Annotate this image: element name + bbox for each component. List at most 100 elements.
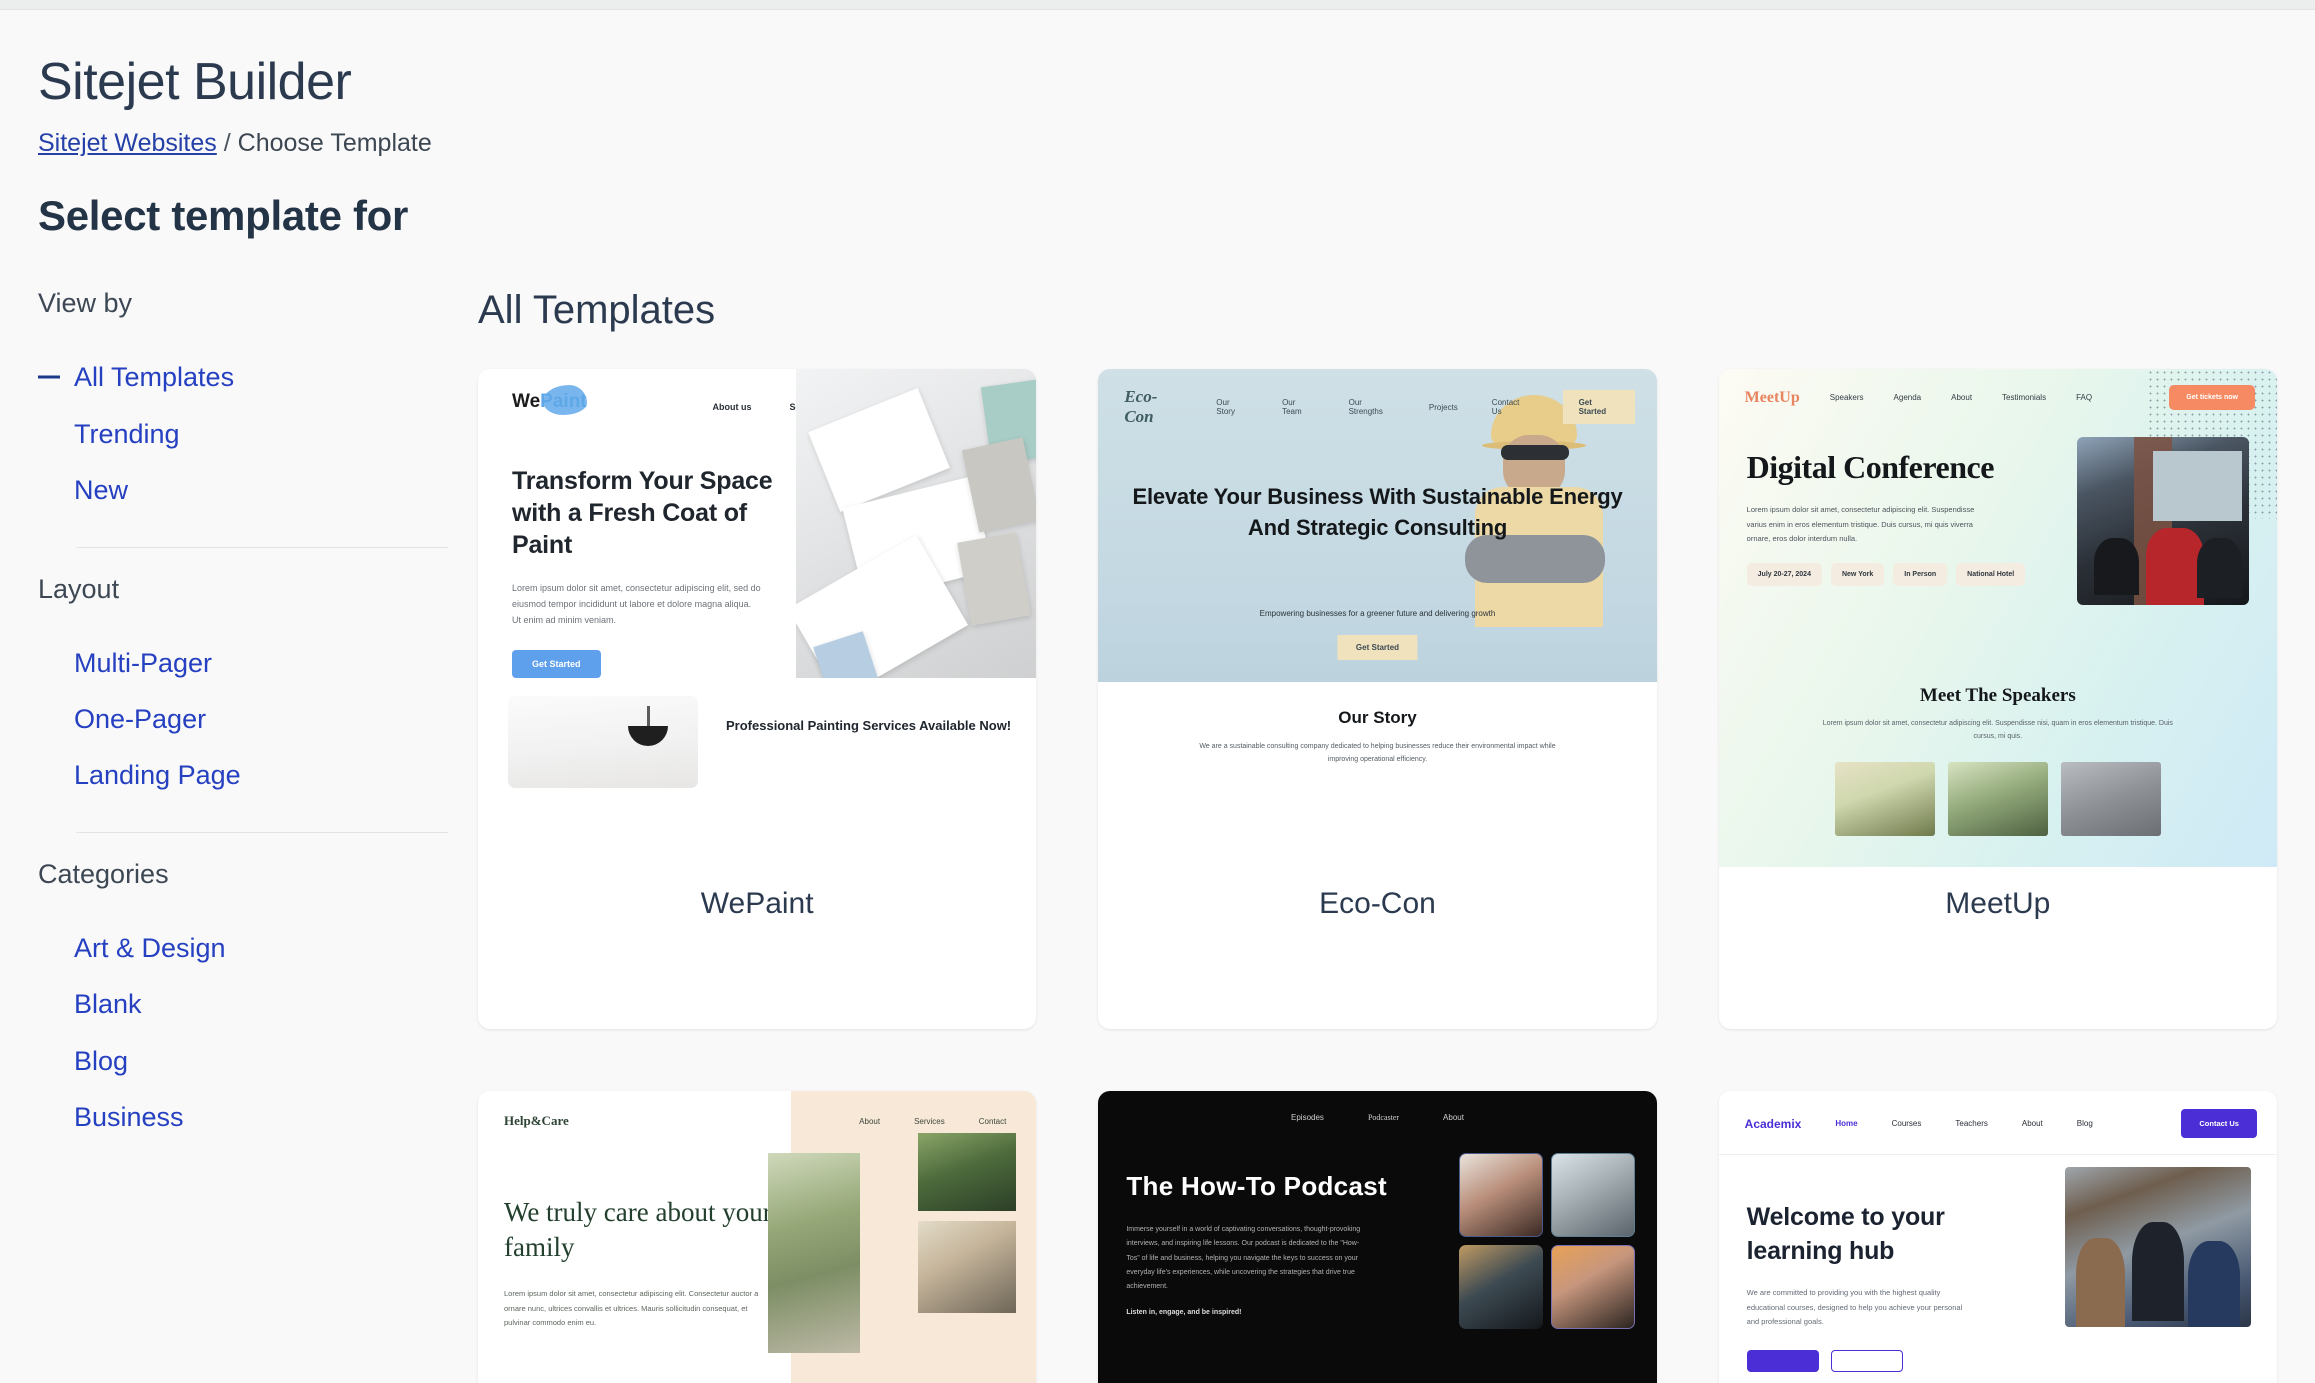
preview-nav-item: Projects xyxy=(1428,402,1458,412)
sidebar-item-blank[interactable]: Blank xyxy=(38,976,448,1032)
sidebar-item-label: Trending xyxy=(74,418,180,449)
sidebar-item-business[interactable]: Business xyxy=(38,1089,448,1145)
preview-room-image xyxy=(508,696,698,789)
preview-cta-button: Get Started xyxy=(1562,390,1635,425)
preview-logo: WePaint xyxy=(512,385,587,416)
preview-heading: Elevate Your Business With Sustainable E… xyxy=(1132,484,1623,541)
preview-photo xyxy=(1458,1153,1543,1238)
preview-subheading: Empowering businesses for a greener futu… xyxy=(1259,609,1496,619)
preview-nav-item: About xyxy=(859,1117,881,1127)
preview-nav-item: Courses xyxy=(1891,1119,1922,1129)
preview-nav-item: About us xyxy=(712,402,752,413)
preview-speaker-photo xyxy=(1834,761,1935,836)
sidebar-item-label: Landing Page xyxy=(74,760,241,791)
preview-heading: Transform Your Space with a Fresh Coat o… xyxy=(512,467,773,560)
preview-logo: MeetUp xyxy=(1744,388,1800,406)
facet-group-layout: Layout Multi-Pager One-Pager Landing Pag… xyxy=(38,574,448,804)
sidebar-item-landing-page[interactable]: Landing Page xyxy=(38,747,448,803)
preview-logo: Help&Care xyxy=(504,1113,569,1129)
breadcrumb-link-sitejet-websites[interactable]: Sitejet Websites xyxy=(38,129,217,157)
preview-photo-grid xyxy=(1458,1153,1635,1330)
sidebar-item-label: New xyxy=(74,475,129,506)
preview-photo xyxy=(768,1153,861,1354)
preview-chip: National Hotel xyxy=(1956,563,2026,587)
sidebar-item-art-and-design[interactable]: Art & Design xyxy=(38,920,448,976)
preview-nav-item: Our Team xyxy=(1282,398,1302,417)
preview-nav-item: Agenda xyxy=(1893,393,1922,403)
preview-secondary-button xyxy=(1830,1350,1903,1373)
sidebar-item-new[interactable]: New xyxy=(38,462,448,518)
template-card-meetup[interactable]: MeetUp Speakers Agenda About Testimonial… xyxy=(1718,369,2277,1030)
preview-nav: MeetUp Speakers Agenda About Testimonial… xyxy=(1719,369,2277,411)
template-card-title: WePaint xyxy=(700,887,814,921)
preview-nav-item: Our Story xyxy=(1216,398,1235,417)
sidebar-item-blog[interactable]: Blog xyxy=(38,1033,448,1089)
template-card-title: Eco-Con xyxy=(1319,887,1436,921)
template-preview-eco-con: Eco-Con Our Story Our Team Our Strengths… xyxy=(1098,369,1657,868)
preview-body: Lorem ipsum dolor sit amet, consectetur … xyxy=(1746,505,1975,544)
preview-tagline: Professional Painting Services Available… xyxy=(726,718,1012,734)
sidebar-item-label: Art & Design xyxy=(74,932,226,963)
browser-chrome-strip xyxy=(0,0,2315,10)
breadcrumb-separator: / xyxy=(223,129,231,158)
preview-heading: Welcome to your learning hub xyxy=(1746,1203,1945,1265)
preview-nav-item: Testimonials xyxy=(2002,393,2047,403)
preview-heading: We truly care about your family xyxy=(504,1197,772,1263)
template-gallery: All Templates WePaint Transform Your Spa… xyxy=(478,288,2315,1383)
preview-photo xyxy=(1550,1153,1635,1238)
template-preview-academix: Academix Home Courses Teachers About Blo… xyxy=(1718,1091,2277,1383)
template-card-wepaint[interactable]: WePaint Transform Your Space with a Fres… xyxy=(478,369,1037,1030)
preview-body: We are committed to providing you with t… xyxy=(1746,1288,1963,1327)
template-card-title: MeetUp xyxy=(1945,887,2051,921)
template-card-help-and-care[interactable]: Help&Care About Services Contact We trul… xyxy=(478,1091,1037,1383)
preview-nav-item: Teachers xyxy=(1955,1119,1988,1129)
template-card-eco-con[interactable]: Eco-Con Our Story Our Team Our Strengths… xyxy=(1098,369,1657,1030)
preview-nav: Eco-Con Our Story Our Team Our Strengths… xyxy=(1098,369,1656,427)
breadcrumb-current: Choose Template xyxy=(237,129,432,158)
preview-chip: July 20-27, 2024 xyxy=(1746,563,1822,587)
preview-chip: In Person xyxy=(1893,563,1948,587)
facet-group-view-by: View by All Templates Trending New xyxy=(38,288,448,518)
template-card-academix[interactable]: Academix Home Courses Teachers About Blo… xyxy=(1718,1091,2277,1383)
preview-speaker-photo xyxy=(2060,761,2161,836)
preview-chip: New York xyxy=(1830,563,1885,587)
preview-nav-item: FAQ xyxy=(2076,393,2093,403)
preview-cta-button: Contact Us xyxy=(2181,1109,2257,1139)
sidebar-item-label: Blog xyxy=(74,1045,129,1076)
choose-template-page: Sitejet Builder Sitejet Websites / Choos… xyxy=(0,10,2315,1383)
preview-logo: Podcaster xyxy=(1367,1113,1400,1123)
gallery-section-title: All Templates xyxy=(478,288,716,333)
preview-nav-item: Episodes xyxy=(1291,1113,1324,1123)
active-dash-icon xyxy=(38,375,60,379)
preview-nav-item: Contact Us xyxy=(1491,398,1520,417)
preview-body: Lorem ipsum dolor sit amet, consectetur … xyxy=(504,1289,759,1328)
preview-nav-item: Contact xyxy=(978,1117,1007,1127)
preview-section-body: We are a sustainable consulting company … xyxy=(1199,743,1556,764)
preview-cta-button: Get tickets now xyxy=(2169,385,2255,411)
template-preview-wepaint: WePaint Transform Your Space with a Fres… xyxy=(478,369,1037,868)
breadcrumb: Sitejet Websites / Choose Template xyxy=(38,129,2315,158)
select-template-heading: Select template for xyxy=(38,192,409,240)
preview-story-section: Our Story We are a sustainable consultin… xyxy=(1098,682,1657,868)
facet-heading-view-by: View by xyxy=(38,288,133,319)
sidebar-item-trending[interactable]: Trending xyxy=(38,406,448,462)
preview-nav-item: Home xyxy=(1835,1119,1858,1129)
preview-nav-item: About xyxy=(2021,1119,2043,1129)
sidebar-item-one-pager[interactable]: One-Pager xyxy=(38,691,448,747)
preview-nav-item: Our Strengths xyxy=(1348,398,1383,417)
sidebar-divider xyxy=(76,546,448,548)
sidebar-item-label: All Templates xyxy=(74,362,235,393)
preview-body: Lorem ipsum dolor sit amet, consectetur … xyxy=(512,583,761,625)
preview-nav: Academix Home Courses Teachers About Blo… xyxy=(1718,1091,2277,1156)
template-preview-meetup: MeetUp Speakers Agenda About Testimonial… xyxy=(1718,369,2277,868)
sidebar-item-multi-pager[interactable]: Multi-Pager xyxy=(38,635,448,691)
template-grid: WePaint Transform Your Space with a Fres… xyxy=(478,369,2277,1383)
sidebar-item-all-templates[interactable]: All Templates xyxy=(38,349,448,405)
preview-hero-button: Get Started xyxy=(1337,635,1418,661)
preview-students-photo xyxy=(2064,1167,2251,1328)
preview-speaker-photo xyxy=(1947,761,2048,836)
template-card-podcaster[interactable]: Episodes Podcaster About The How-To Podc… xyxy=(1098,1091,1657,1383)
preview-logo: Academix xyxy=(1744,1116,1802,1131)
template-preview-podcaster: Episodes Podcaster About The How-To Podc… xyxy=(1098,1091,1657,1383)
preview-body: Immerse yourself in a world of captivati… xyxy=(1126,1226,1361,1291)
